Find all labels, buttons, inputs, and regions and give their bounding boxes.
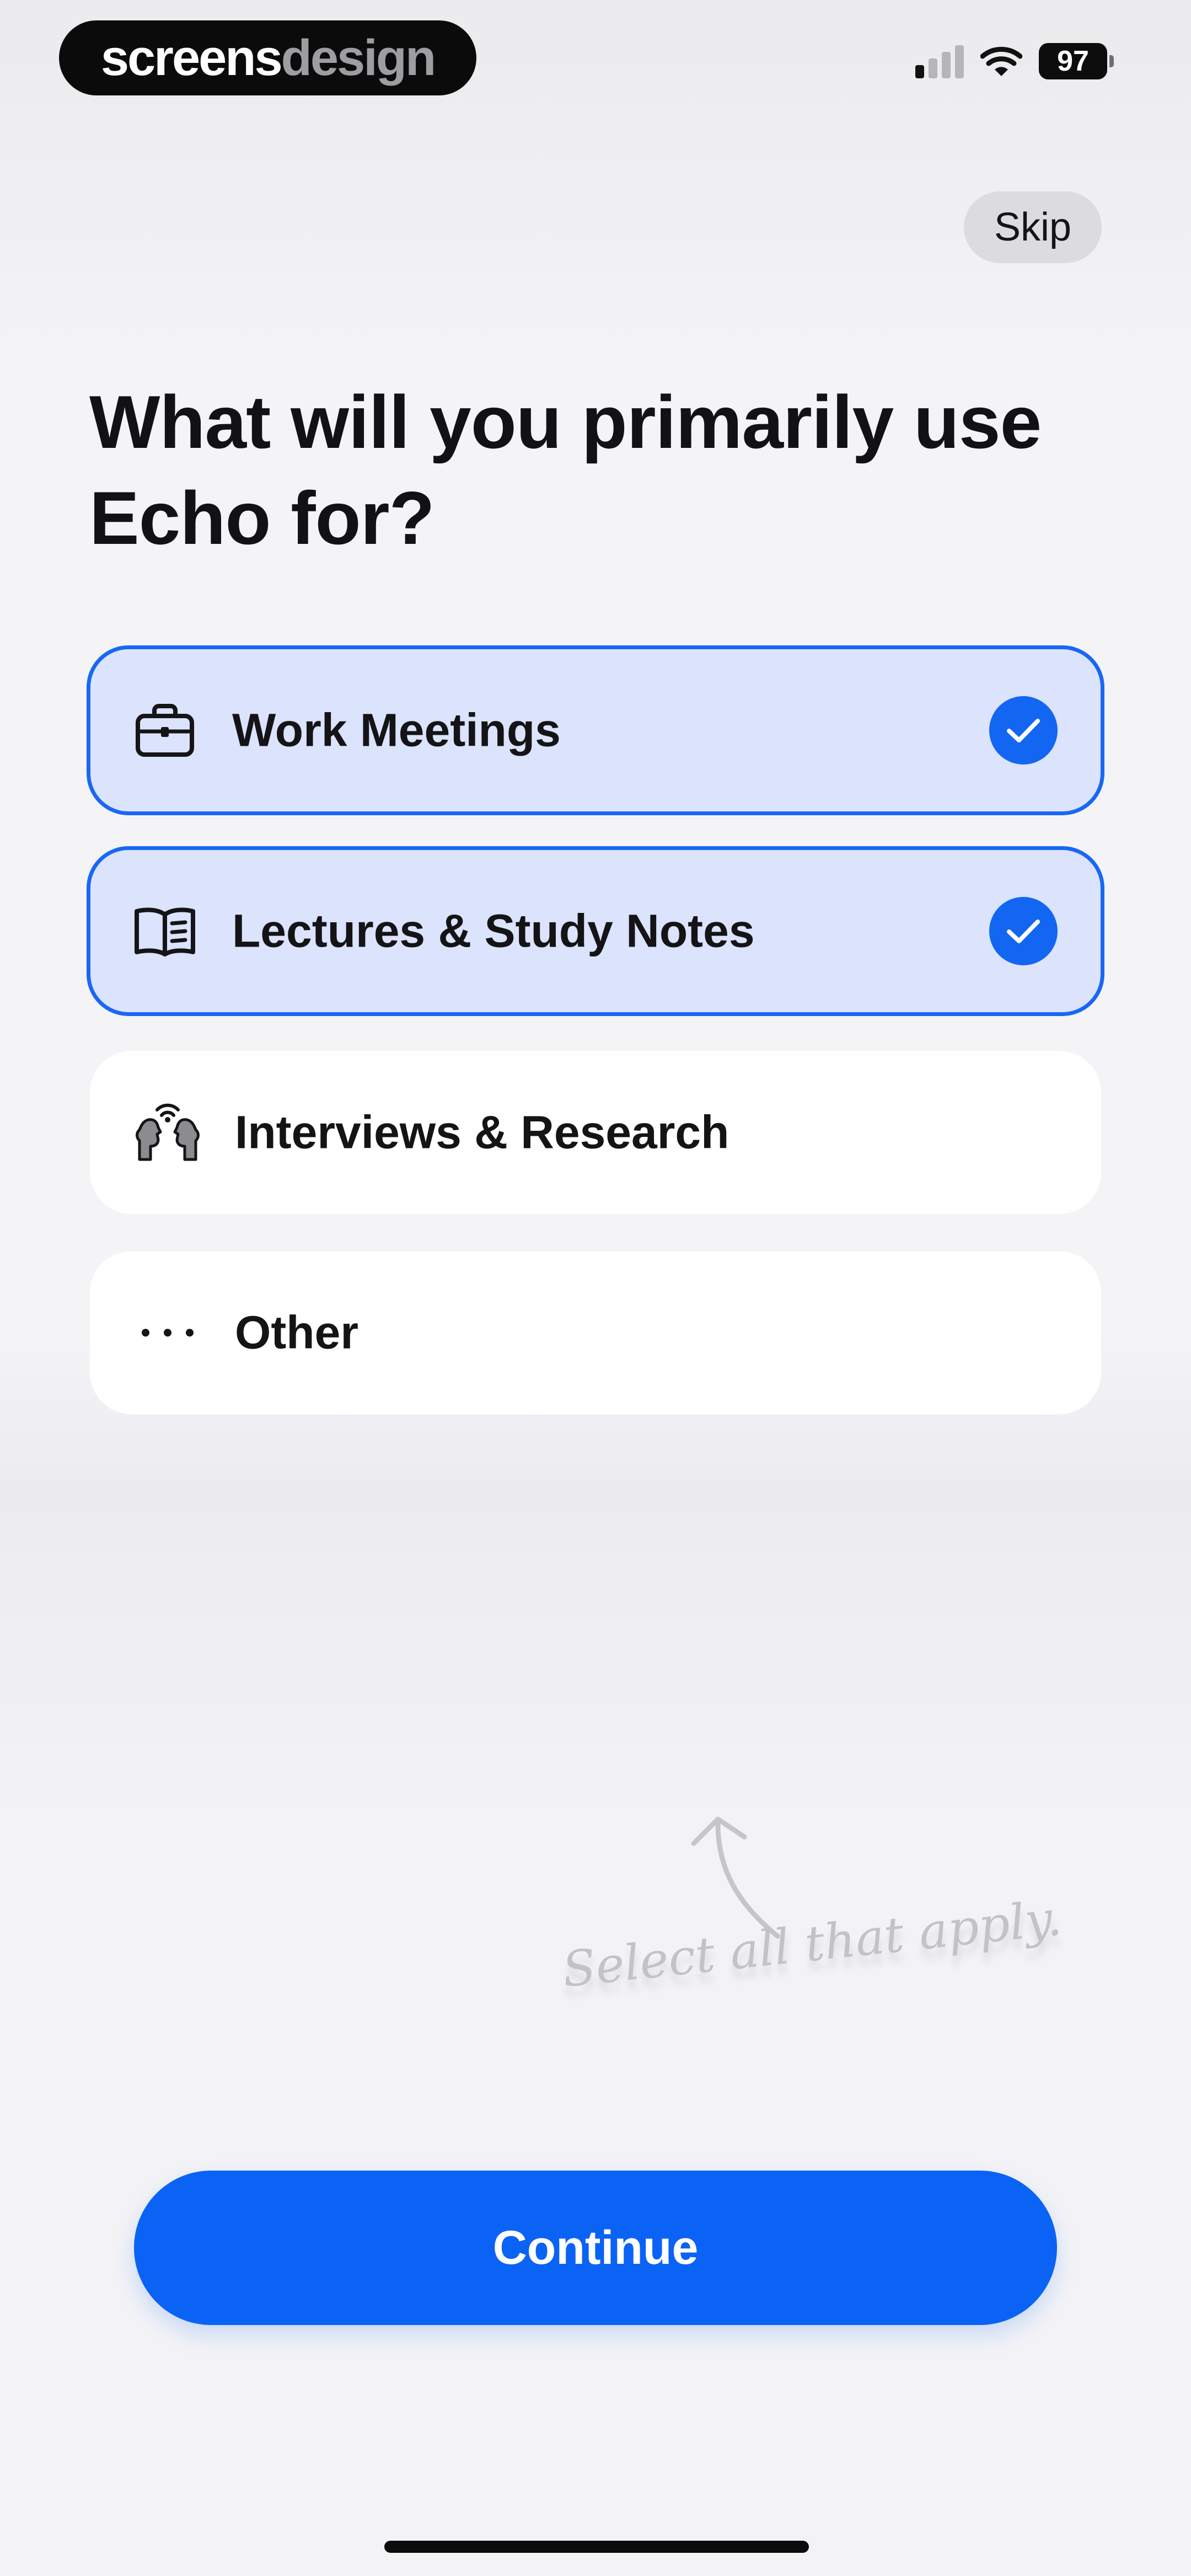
status-indicators: 97 xyxy=(915,43,1114,79)
briefcase-icon xyxy=(132,698,197,763)
checkmark-icon xyxy=(989,696,1058,765)
option-label: Other xyxy=(235,1306,359,1359)
option-work-meetings[interactable]: Work Meetings xyxy=(87,645,1104,815)
battery-icon: 97 xyxy=(1039,43,1114,79)
ellipsis-icon xyxy=(135,1300,200,1365)
checkmark-icon xyxy=(989,897,1058,965)
wifi-icon xyxy=(980,45,1022,77)
option-label: Interviews & Research xyxy=(235,1106,729,1158)
home-indicator xyxy=(384,2541,809,2553)
skip-button[interactable]: Skip xyxy=(964,191,1102,263)
option-other[interactable]: Other xyxy=(90,1251,1101,1414)
screensdesign-logo: screens design xyxy=(59,20,476,95)
cellular-signal-icon xyxy=(915,44,964,78)
select-all-hint: Select all that apply. xyxy=(560,1889,1064,1998)
two-faces-talking-icon xyxy=(135,1100,200,1165)
option-lectures-study-notes[interactable]: Lectures & Study Notes xyxy=(87,846,1104,1016)
logo-text-screens: screens xyxy=(100,29,283,86)
option-label: Work Meetings xyxy=(232,704,561,756)
logo-text-design: design xyxy=(281,29,436,86)
battery-level: 97 xyxy=(1039,43,1107,79)
option-interviews-research[interactable]: Interviews & Research xyxy=(90,1051,1101,1214)
page-title: What will you primarily use Echo for? xyxy=(89,380,1042,560)
open-book-icon xyxy=(132,899,197,964)
continue-button[interactable]: Continue xyxy=(134,2171,1057,2325)
option-label: Lectures & Study Notes xyxy=(232,905,755,957)
